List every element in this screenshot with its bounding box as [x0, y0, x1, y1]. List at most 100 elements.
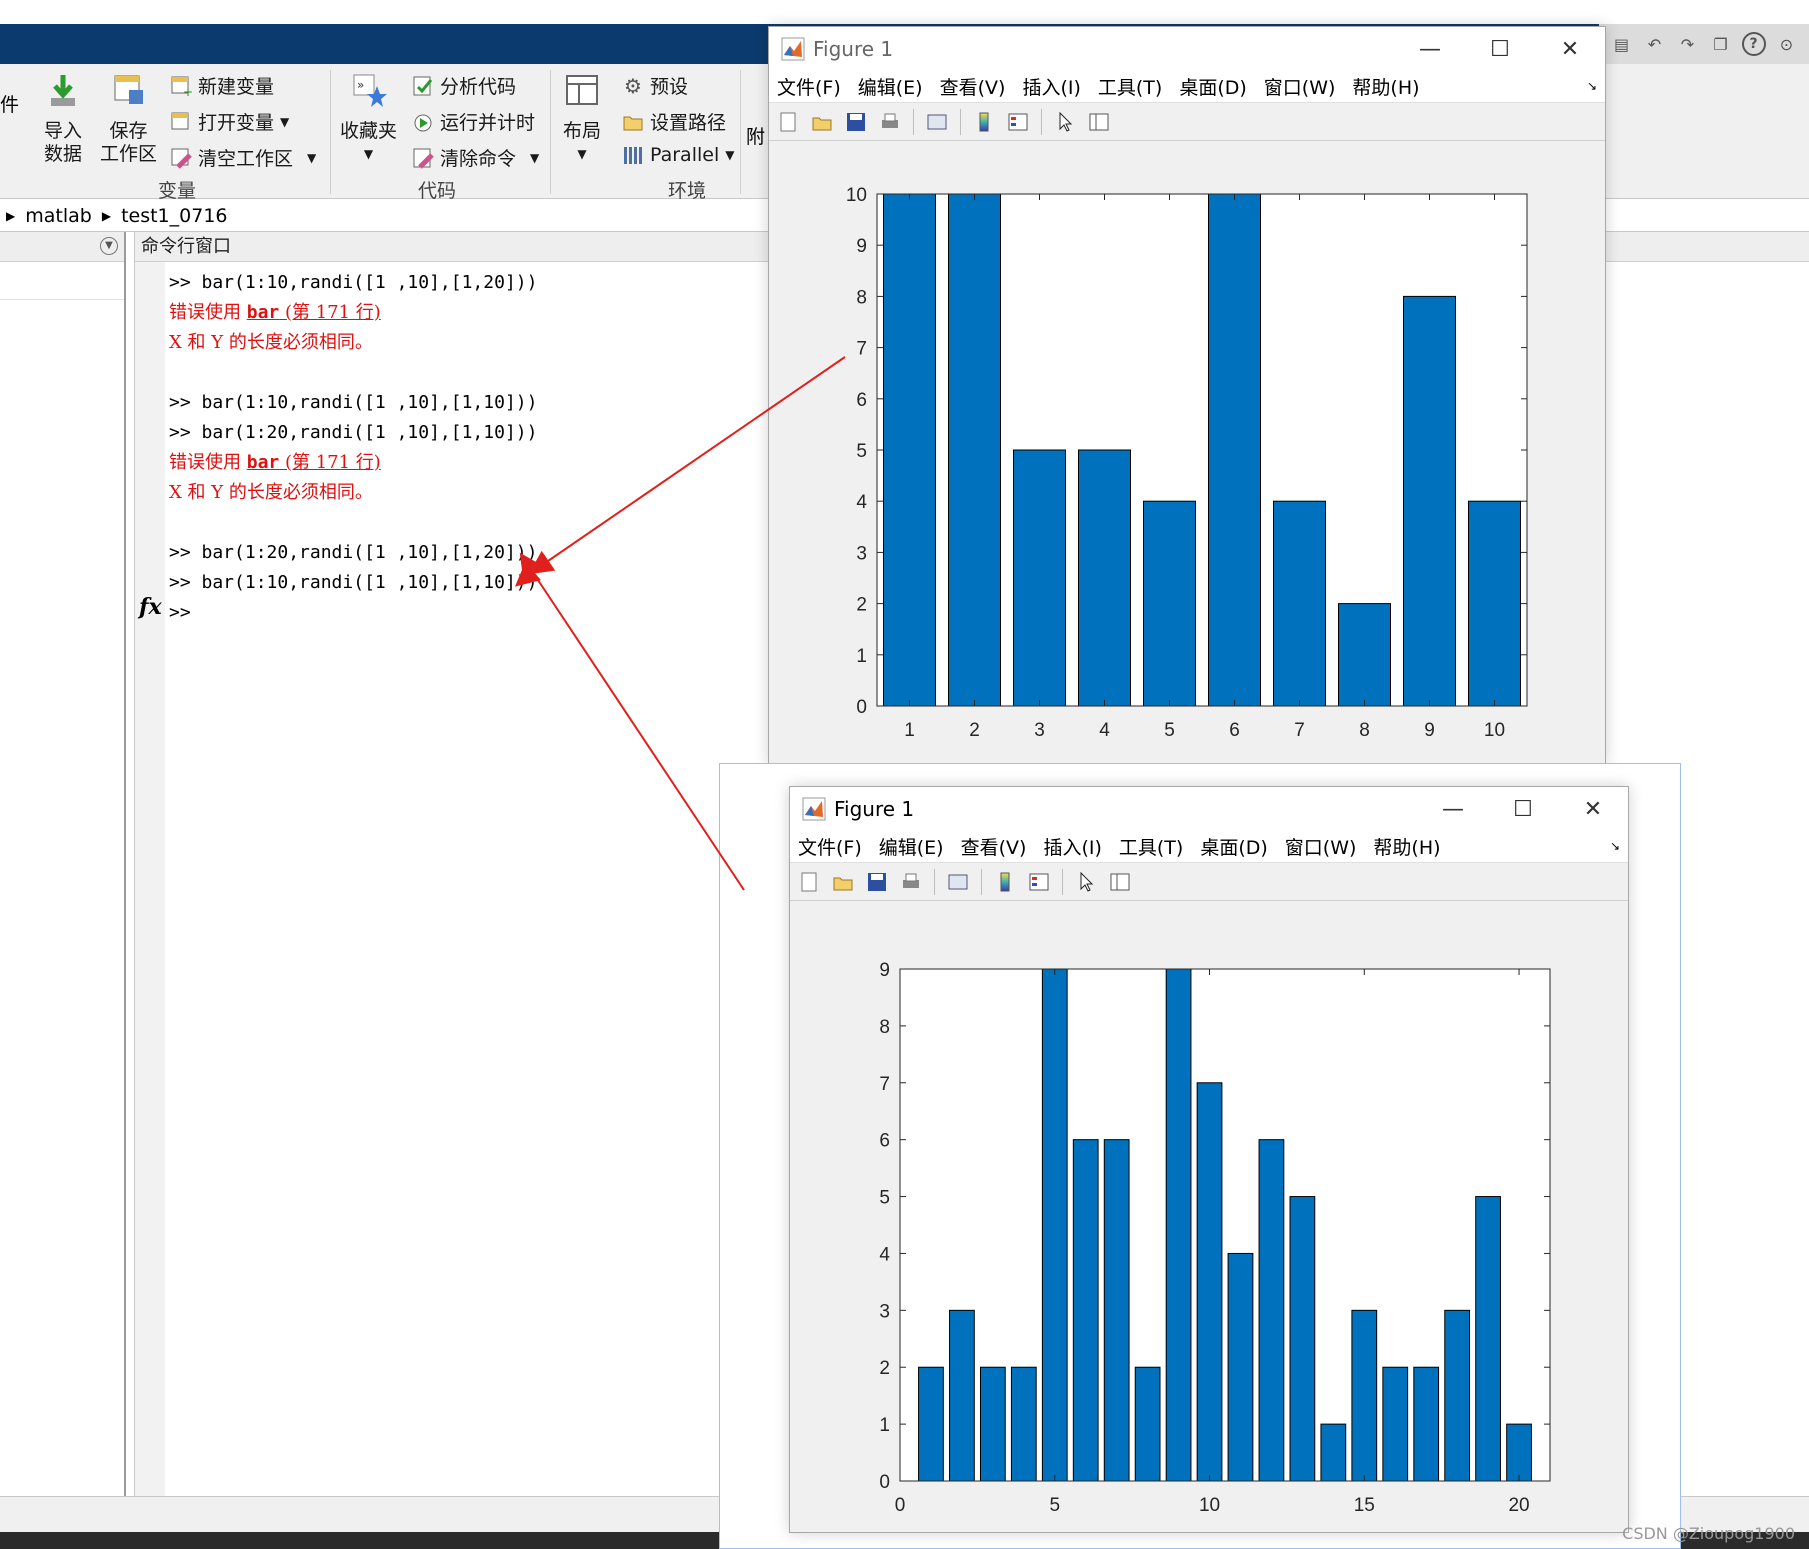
minimize-button[interactable]: — — [1395, 27, 1465, 71]
figure-window-1[interactable]: Figure 1 — ☐ ✕ 文件(F) 编辑(E) 查看(V) 插入(I) 工… — [768, 26, 1606, 766]
menu-view[interactable]: 查看(V) — [940, 73, 1006, 100]
figure-titlebar[interactable]: Figure 1 — ☐ ✕ — [790, 787, 1628, 831]
redo-icon[interactable]: ↷ — [1676, 32, 1700, 56]
matlab-logo-icon — [781, 37, 805, 61]
menu-help[interactable]: 帮助(H) — [1352, 73, 1419, 100]
collapse-icon[interactable]: ▼ — [100, 237, 118, 255]
menu-edit[interactable]: 编辑(E) — [879, 833, 944, 860]
legend-icon[interactable] — [1005, 109, 1031, 135]
function-browser-icon[interactable]: fx — [139, 594, 162, 620]
pointer-icon[interactable] — [1052, 109, 1078, 135]
menu-desktop[interactable]: 桌面(D) — [1179, 73, 1246, 100]
menu-insert[interactable]: 插入(I) — [1043, 833, 1101, 860]
property-inspector-icon[interactable] — [1086, 109, 1112, 135]
menu-insert[interactable]: 插入(I) — [1022, 73, 1080, 100]
toolbar-separator — [913, 108, 914, 135]
close-button[interactable]: ✕ — [1558, 787, 1628, 831]
error-line-link[interactable]: (第 171 行) — [279, 452, 381, 473]
menu-file[interactable]: 文件(F) — [798, 833, 862, 860]
clear-workspace-label: 清空工作区 — [198, 148, 294, 170]
layout-button[interactable]: 布局 ▼ — [563, 72, 601, 166]
set-path-button[interactable]: 设置路径 — [622, 108, 726, 135]
property-inspector-icon[interactable] — [1107, 869, 1133, 895]
path-separator-icon: ▶ — [6, 208, 16, 223]
new-figure-icon[interactable] — [775, 109, 801, 135]
analyze-code-icon — [413, 76, 433, 95]
close-button[interactable]: ✕ — [1535, 27, 1605, 71]
error-function-link[interactable]: bar — [247, 302, 280, 323]
legend-icon[interactable] — [1026, 869, 1052, 895]
new-figure-icon[interactable] — [796, 869, 822, 895]
new-variable-button[interactable]: + 新建变量 — [170, 72, 274, 99]
figure-window-2[interactable]: Figure 1 — ☐ ✕ 文件(F) 编辑(E) 查看(V) 插入(I) 工… — [789, 786, 1629, 1533]
preferences-button[interactable]: ⚙ 预设 — [622, 72, 688, 99]
link-plot-icon[interactable] — [945, 869, 971, 895]
switch-windows-icon[interactable]: ❐ — [1709, 32, 1733, 56]
help-icon[interactable]: ? — [1741, 32, 1766, 56]
menu-window[interactable]: 窗口(W) — [1285, 833, 1357, 860]
y-tick-label: 0 — [879, 1472, 890, 1493]
path-segment-folder[interactable]: test1_0716 — [121, 205, 227, 227]
x-tick-label: 7 — [1294, 720, 1305, 741]
panel-row[interactable] — [0, 262, 124, 300]
menu-desktop[interactable]: 桌面(D) — [1200, 833, 1267, 860]
path-segment-matlab[interactable]: matlab — [25, 205, 92, 227]
save-quick-icon[interactable]: ▤ — [1610, 32, 1634, 56]
y-tick-label: 6 — [856, 390, 867, 411]
command-prompt: >> — [169, 602, 191, 623]
chevron-down-icon: ▼ — [725, 148, 735, 162]
clear-commands-button[interactable]: 清除命令 ▼ — [412, 144, 539, 171]
link-plot-icon[interactable] — [924, 109, 950, 135]
dock-arrow-icon[interactable]: ↘ — [1610, 839, 1620, 853]
menu-tools[interactable]: 工具(T) — [1119, 833, 1183, 860]
expand-icon[interactable]: ⊙ — [1775, 32, 1799, 56]
save-workspace-button[interactable]: 保存 工作区 — [100, 72, 157, 166]
parallel-button[interactable]: Parallel ▼ — [622, 144, 734, 166]
save-icon[interactable] — [864, 869, 890, 895]
variable-group-label: 变量 — [158, 180, 197, 202]
maximize-button[interactable]: ☐ — [1465, 27, 1535, 71]
menu-tools[interactable]: 工具(T) — [1098, 73, 1162, 100]
save-workspace-icon — [114, 75, 143, 104]
menu-view[interactable]: 查看(V) — [961, 833, 1027, 860]
import-data-button[interactable]: 导入 数据 — [44, 72, 82, 166]
y-tick-label: 9 — [856, 236, 867, 257]
favorites-button[interactable]: » 收藏夹 ▼ — [340, 72, 397, 166]
open-file-icon[interactable] — [830, 869, 856, 895]
command-history-text[interactable]: >> bar(1:10,randi([1 ,10],[1,20])) 错误使用 b… — [169, 268, 537, 628]
minimize-button[interactable]: — — [1418, 787, 1488, 831]
open-file-icon[interactable] — [809, 109, 835, 135]
open-variable-button[interactable]: 打开变量 ▼ — [170, 108, 289, 135]
favorites-icon: » — [353, 74, 387, 107]
y-tick-label: 6 — [879, 1131, 890, 1152]
dock-arrow-icon[interactable]: ↘ — [1587, 79, 1597, 93]
colorbar-icon[interactable] — [971, 109, 997, 135]
bar — [1196, 1082, 1223, 1482]
bar — [918, 1366, 944, 1482]
menu-help[interactable]: 帮助(H) — [1373, 833, 1440, 860]
clear-workspace-button[interactable]: 清空工作区 ▼ — [170, 144, 316, 171]
menu-file[interactable]: 文件(F) — [777, 73, 841, 100]
maximize-button[interactable]: ☐ — [1488, 787, 1558, 831]
colorbar-icon[interactable] — [992, 869, 1018, 895]
run-and-time-button[interactable]: 运行并计时 — [412, 108, 535, 135]
bar-chart-2[interactable]: 0 1 2 3 4 5 6 7 8 9 0 5 10 15 20 — [790, 902, 1628, 1532]
save-icon[interactable] — [843, 109, 869, 135]
analyze-code-button[interactable]: 分析代码 — [412, 72, 516, 99]
error-line-link[interactable]: (第 171 行) — [279, 302, 381, 323]
figure-titlebar[interactable]: Figure 1 — ☐ ✕ — [769, 27, 1605, 71]
menu-edit[interactable]: 编辑(E) — [858, 73, 923, 100]
pointer-icon[interactable] — [1073, 869, 1099, 895]
print-icon[interactable] — [877, 109, 903, 135]
error-function-link[interactable]: bar — [247, 452, 280, 473]
undo-icon[interactable]: ↶ — [1643, 32, 1667, 56]
figure-title: Figure 1 — [834, 797, 915, 821]
svg-text:»: » — [357, 78, 364, 92]
print-icon[interactable] — [898, 869, 924, 895]
svg-text:+: + — [183, 85, 192, 97]
y-tick-label: 7 — [856, 339, 867, 360]
bar-chart-1[interactable]: 0 1 2 3 4 5 6 7 8 9 10 1 2 3 4 5 6 7 8 9 10 — [769, 142, 1605, 765]
addons-fragment[interactable]: 附 — [746, 122, 765, 149]
menu-window[interactable]: 窗口(W) — [1264, 73, 1336, 100]
command-line — [169, 508, 537, 538]
